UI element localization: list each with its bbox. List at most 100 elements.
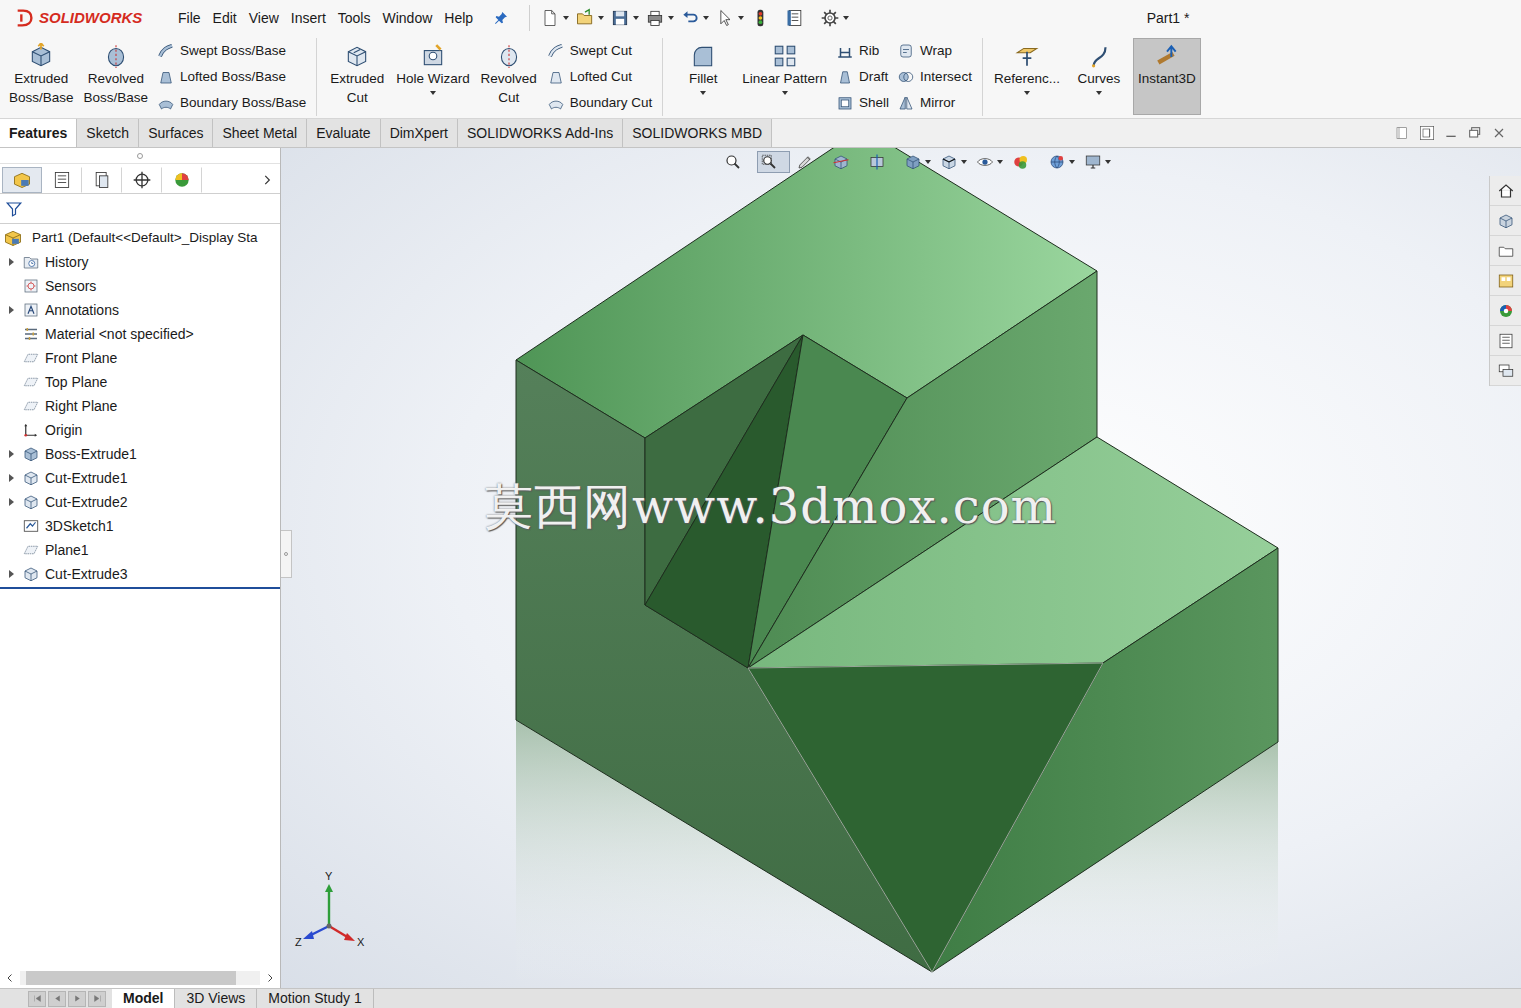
app-logo[interactable]: SOLIDWORKS — [0, 7, 172, 30]
tree-item[interactable]: Cut-Extrude3 — [0, 562, 280, 586]
heads-up-button[interactable] — [793, 151, 826, 173]
quick-access-button[interactable] — [820, 8, 849, 28]
command-tab[interactable]: Sketch — [77, 119, 139, 147]
close-icon[interactable] — [1491, 125, 1507, 141]
heads-up-button[interactable] — [937, 151, 970, 173]
ribbon-button[interactable]: ExtrudedBoss/Base — [4, 38, 79, 115]
quick-access-button[interactable] — [680, 8, 709, 28]
chevron-right-icon[interactable] — [260, 173, 280, 187]
pane-right-icon[interactable] — [1419, 125, 1435, 141]
tree-item[interactable]: Front Plane — [0, 346, 280, 370]
panel-tab[interactable] — [82, 167, 122, 193]
tree-item[interactable]: Cut-Extrude2 — [0, 490, 280, 514]
expand-arrow[interactable] — [0, 466, 22, 490]
dropdown-caret[interactable] — [782, 91, 788, 95]
graphics-area[interactable]: 莫西网www.3dmox.comYZX — [281, 148, 1521, 988]
command-tab[interactable]: Features — [0, 119, 77, 147]
task-pane-button[interactable] — [1490, 296, 1521, 326]
cut-triangle-face[interactable] — [748, 663, 1103, 972]
heads-up-button[interactable] — [1081, 151, 1114, 173]
tree-item[interactable]: Right Plane — [0, 394, 280, 418]
menu-item[interactable]: Edit — [207, 8, 243, 29]
tree-filter[interactable] — [0, 194, 280, 224]
menu-item[interactable]: View — [243, 8, 285, 29]
panel-tab[interactable] — [42, 167, 82, 193]
pane-left-icon[interactable] — [1395, 125, 1411, 141]
tree-item[interactable]: Top Plane — [0, 370, 280, 394]
task-pane-button[interactable] — [1490, 236, 1521, 266]
ribbon-small-button[interactable]: Mirror — [897, 90, 972, 116]
panel-scrollbar[interactable] — [0, 968, 280, 988]
command-tab[interactable]: Surfaces — [139, 119, 213, 147]
heads-up-button[interactable] — [757, 151, 790, 173]
panel-tab[interactable] — [162, 167, 202, 193]
expand-arrow[interactable] — [0, 490, 22, 514]
task-pane-button[interactable] — [1490, 356, 1521, 386]
ribbon-small-button[interactable]: Shell — [836, 90, 889, 116]
minimize-icon[interactable] — [1443, 125, 1459, 141]
ribbon-button[interactable]: Fillet — [669, 38, 737, 115]
heads-up-button[interactable] — [829, 151, 862, 173]
panel-tab[interactable] — [2, 167, 42, 193]
dropdown-caret[interactable] — [668, 16, 674, 20]
panel-splitter[interactable] — [281, 530, 292, 578]
expand-arrow[interactable] — [0, 250, 22, 274]
ribbon-small-button[interactable]: Rib — [836, 38, 889, 64]
ribbon-small-button[interactable]: Wrap — [897, 38, 972, 64]
tree-item[interactable]: Annotations — [0, 298, 280, 322]
quick-access-button[interactable] — [645, 8, 674, 28]
heads-up-button[interactable] — [865, 151, 898, 173]
ribbon-button[interactable]: Curves — [1065, 38, 1133, 115]
ribbon-button[interactable]: RevolvedCut — [475, 38, 543, 115]
pin-icon[interactable] — [493, 10, 509, 26]
dropdown-caret[interactable] — [961, 160, 967, 164]
ribbon-small-button[interactable]: Boundary Cut — [547, 90, 653, 116]
expand-arrow[interactable] — [0, 442, 22, 466]
dropdown-caret[interactable] — [703, 16, 709, 20]
part-model[interactable] — [281, 148, 1521, 988]
menu-item[interactable]: Insert — [285, 8, 332, 29]
ribbon-button[interactable]: Linear Pattern — [737, 38, 832, 115]
quick-access-button[interactable] — [750, 8, 779, 28]
ribbon-button[interactable]: ExtrudedCut — [323, 38, 391, 115]
command-tab[interactable]: SOLIDWORKS MBD — [623, 119, 772, 147]
tab-nav-button[interactable] — [88, 991, 106, 1007]
dropdown-caret[interactable] — [997, 160, 1003, 164]
tree-item[interactable]: Material <not specified> — [0, 322, 280, 346]
ribbon-small-button[interactable]: Lofted Cut — [547, 64, 653, 90]
ribbon-small-button[interactable]: Swept Boss/Base — [157, 38, 306, 64]
heads-up-button[interactable] — [901, 151, 934, 173]
quick-access-button[interactable] — [610, 8, 639, 28]
menu-item[interactable]: File — [172, 8, 207, 29]
ribbon-small-button[interactable]: Draft — [836, 64, 889, 90]
dropdown-caret[interactable] — [1096, 91, 1102, 95]
expand-arrow[interactable] — [0, 298, 22, 322]
quick-access-button[interactable] — [785, 8, 814, 28]
bottom-tab[interactable]: Model — [112, 989, 175, 1008]
ribbon-button[interactable]: Instant3D — [1133, 38, 1201, 115]
ribbon-button[interactable]: Referenc... — [989, 38, 1065, 115]
panel-handle[interactable] — [0, 148, 280, 164]
tree-item[interactable]: History — [0, 250, 280, 274]
tree-item[interactable]: Plane1 — [0, 538, 280, 562]
ribbon-button[interactable]: RevolvedBoss/Base — [79, 38, 154, 115]
task-pane-button[interactable] — [1490, 326, 1521, 356]
dropdown-caret[interactable] — [738, 16, 744, 20]
dropdown-caret[interactable] — [843, 16, 849, 20]
task-pane-button[interactable] — [1490, 266, 1521, 296]
tree-item[interactable]: Sensors — [0, 274, 280, 298]
heads-up-button[interactable] — [973, 151, 1006, 173]
dropdown-caret[interactable] — [633, 16, 639, 20]
command-tab[interactable]: Sheet Metal — [213, 119, 307, 147]
tab-nav-button[interactable] — [28, 991, 46, 1007]
rollback-bar[interactable] — [0, 587, 280, 589]
ribbon-small-button[interactable]: Lofted Boss/Base — [157, 64, 306, 90]
dropdown-caret[interactable] — [700, 91, 706, 95]
scroll-thumb[interactable] — [26, 971, 236, 985]
dropdown-caret[interactable] — [1069, 160, 1075, 164]
command-tab[interactable]: Evaluate — [307, 119, 380, 147]
menu-item[interactable]: Window — [376, 8, 438, 29]
quick-access-button[interactable] — [540, 8, 569, 28]
dropdown-caret[interactable] — [1024, 91, 1030, 95]
tree-item[interactable]: Boss-Extrude1 — [0, 442, 280, 466]
